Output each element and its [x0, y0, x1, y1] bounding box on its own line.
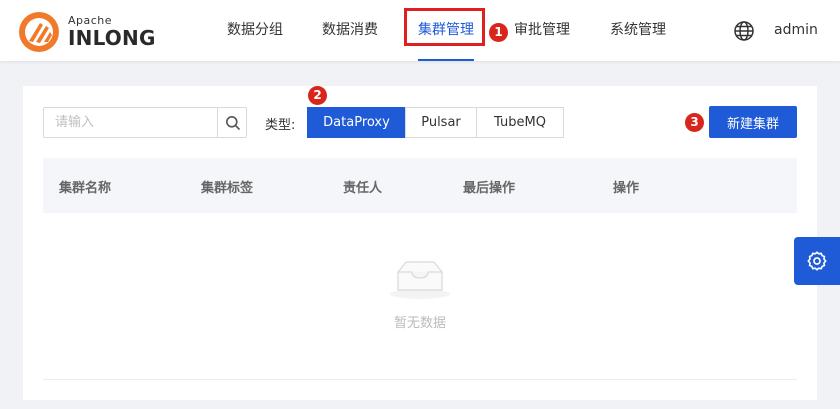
nav-item-data-consume[interactable]: 数据消费	[322, 19, 378, 39]
column-header-cluster-name: 集群名称	[59, 181, 112, 196]
search-button[interactable]	[217, 107, 248, 138]
column-header-cluster-tag: 集群标签	[201, 181, 254, 196]
gear-icon	[807, 251, 827, 271]
column-header-operations: 操作	[613, 181, 640, 196]
annotation-marker-3: 3	[685, 113, 704, 132]
column-header-last-operation: 最后操作	[463, 181, 516, 196]
nav-item-approval-management[interactable]: 审批管理	[514, 19, 570, 39]
table-header: 集群名称 集群标签 责任人 最后操作 操作	[43, 158, 797, 213]
user-name[interactable]: admin	[774, 22, 818, 38]
logo-text-inlong: INLONG	[68, 26, 156, 50]
table-bottom-divider	[43, 379, 797, 380]
nav-item-data-group[interactable]: 数据分组	[227, 19, 283, 39]
annotation-marker-2: 2	[308, 86, 327, 105]
empty-inbox-icon	[390, 261, 450, 299]
search-icon	[226, 115, 241, 130]
search-input[interactable]	[44, 108, 218, 137]
inlong-logo-icon	[19, 12, 59, 52]
empty-state-text: 暂无数据	[393, 316, 446, 331]
type-option-dataproxy[interactable]: DataProxy	[307, 107, 406, 138]
type-filter-label: 类型:	[265, 118, 296, 133]
annotation-highlight-box	[404, 8, 485, 46]
nav-item-system-management[interactable]: 系统管理	[610, 19, 666, 39]
new-cluster-button[interactable]: 新建集群	[709, 106, 797, 138]
search-box	[43, 107, 247, 138]
type-option-tubemq[interactable]: TubeMQ	[476, 107, 564, 138]
settings-button[interactable]	[794, 237, 840, 285]
inlong-logo[interactable]: Apache INLONG	[18, 11, 158, 53]
active-nav-underline	[418, 59, 474, 61]
column-header-owner: 责任人	[343, 181, 383, 196]
annotation-marker-1: 1	[489, 23, 508, 42]
globe-icon[interactable]	[733, 20, 755, 42]
type-option-pulsar[interactable]: Pulsar	[405, 107, 477, 138]
